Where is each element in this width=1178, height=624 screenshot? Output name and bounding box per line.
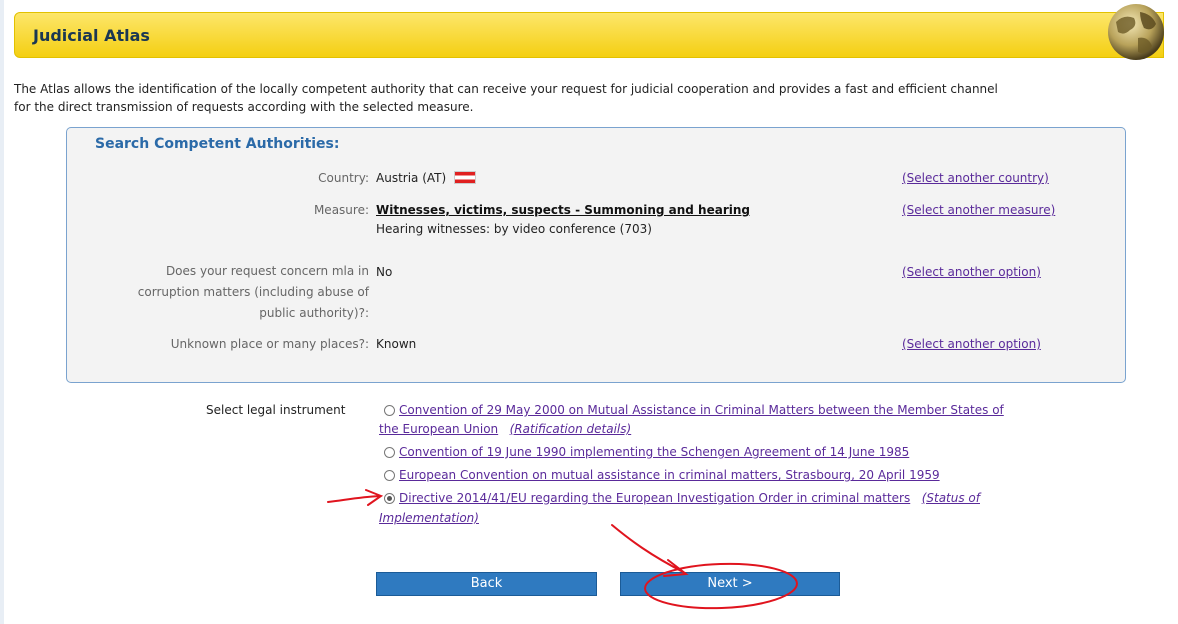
red-arrow-annotation-left	[327, 489, 384, 506]
red-circle-annotation	[644, 562, 798, 610]
red-arrow-annotation-top	[611, 524, 689, 577]
red-annotation-overlay	[327, 489, 798, 610]
